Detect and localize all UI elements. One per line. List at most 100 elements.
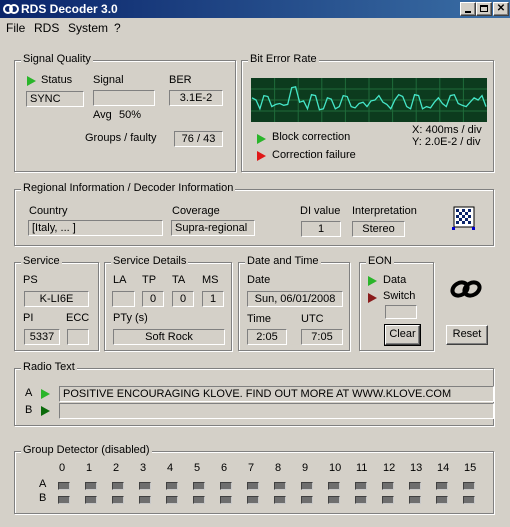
group-led-A11: [355, 482, 367, 490]
group-column-1: 1: [86, 462, 93, 474]
la-value: [112, 291, 135, 307]
radio-text-a-label: A: [25, 387, 33, 399]
minimize-icon: [465, 11, 471, 13]
group-led-A3: [139, 482, 151, 490]
ecc-label: ECC: [66, 312, 90, 324]
group-led-A15: [463, 482, 475, 490]
service-group: Service PS K-LI6E PI 5337 ECC: [14, 255, 99, 351]
group-column-2: 2: [113, 462, 120, 474]
group-column-10: 10: [329, 462, 342, 474]
rds-logo-icon: [3, 4, 19, 14]
group-column-14: 14: [437, 462, 450, 474]
eon-switch-label: Switch: [383, 290, 416, 302]
radio-text-title: Radio Text: [21, 361, 77, 373]
ecc-value: [67, 329, 89, 345]
group-led-B13: [409, 496, 421, 504]
group-led-A12: [382, 482, 394, 490]
eon-switch-icon: [368, 293, 377, 303]
decoder-grid-icon: [452, 206, 475, 230]
menu-file[interactable]: File: [6, 21, 25, 35]
group-row-B: B: [39, 492, 47, 504]
avg-label: Avg: [93, 109, 112, 121]
radio-text-b-label: B: [25, 404, 33, 416]
status-value: SYNC: [26, 91, 84, 107]
ta-label: TA: [172, 274, 186, 286]
eon-switch-value: [385, 305, 417, 319]
close-button[interactable]: ✕: [493, 2, 509, 16]
group-column-13: 13: [410, 462, 423, 474]
scale-y-label: Y: 2.0E-2 / div: [412, 136, 481, 148]
ber-value: 3.1E-2: [169, 90, 223, 106]
signal-quality-group: Signal Quality Status SYNC Signal Avg 50…: [14, 53, 236, 172]
link-logo-icon: [450, 280, 482, 298]
reset-button[interactable]: Reset: [446, 325, 488, 345]
title-bar[interactable]: RDS Decoder 3.0 ✕: [0, 0, 510, 18]
ber-scope: [251, 78, 487, 122]
group-column-11: 11: [356, 462, 368, 474]
window-title: RDS Decoder 3.0: [21, 2, 118, 16]
group-led-A8: [274, 482, 286, 490]
pi-label: PI: [23, 312, 34, 324]
eon-data-label: Data: [383, 274, 407, 286]
block-correction-icon: [257, 134, 266, 144]
radio-text-a-indicator-icon: [41, 389, 50, 399]
ps-label: PS: [23, 274, 38, 286]
correction-failure-label: Correction failure: [272, 149, 356, 161]
group-column-8: 8: [275, 462, 282, 474]
pty-label: PTy (s): [113, 312, 148, 324]
country-value: [Italy, ... ]: [28, 220, 163, 236]
eon-group: EON Data Switch Clear: [359, 255, 434, 351]
pi-value: 5337: [24, 329, 60, 345]
bit-error-rate-group: Bit Error Rate Block correction Correcti…: [241, 53, 494, 172]
group-column-15: 15: [464, 462, 477, 474]
coverage-value: Supra-regional: [171, 220, 255, 236]
service-title: Service: [21, 255, 62, 267]
group-detector-group: Group Detector (disabled) 0 1 2 3 4 5 6 7 8 9 10 11…: [14, 444, 494, 514]
group-column-6: 6: [221, 462, 228, 474]
maximize-button[interactable]: [476, 2, 492, 16]
group-led-B8: [274, 496, 286, 504]
country-label: Country: [29, 205, 68, 217]
date-label: Date: [247, 274, 271, 286]
time-label: Time: [247, 313, 272, 325]
menu-bar: File RDS System ?: [0, 18, 510, 38]
group-led-B2: [112, 496, 124, 504]
di-label: DI value: [300, 205, 341, 217]
clear-button[interactable]: Clear: [384, 324, 421, 346]
group-led-B0: [58, 496, 70, 504]
group-detector-title: Group Detector (disabled): [21, 444, 152, 456]
close-icon: ✕: [496, 3, 506, 14]
regional-info-group: Regional Information / Decoder Informati…: [14, 182, 494, 246]
menu-system[interactable]: System: [68, 21, 108, 35]
group-led-B3: [139, 496, 151, 504]
groups-label: Groups / faulty: [85, 132, 157, 144]
group-led-B11: [355, 496, 367, 504]
group-led-B12: [382, 496, 394, 504]
correction-failure-icon: [257, 151, 266, 161]
group-column-12: 12: [383, 462, 396, 474]
group-led-A13: [409, 482, 421, 490]
group-led-A0: [58, 482, 70, 490]
interpretation-value: Stereo: [352, 221, 405, 237]
minimize-button[interactable]: [460, 2, 476, 16]
utc-label: UTC: [301, 313, 324, 325]
date-time-title: Date and Time: [245, 255, 321, 267]
pty-value: Soft Rock: [113, 329, 225, 345]
group-led-A7: [247, 482, 259, 490]
eon-title: EON: [366, 255, 394, 267]
group-led-B1: [85, 496, 97, 504]
group-column-4: 4: [167, 462, 174, 474]
signal-meter: [93, 90, 155, 106]
date-time-group: Date and Time Date Sun, 06/01/2008 Time …: [238, 255, 350, 351]
group-led-A5: [193, 482, 205, 490]
ms-value: 1: [202, 291, 224, 307]
radio-text-a-value: POSITIVE ENCOURAGING KLOVE. FIND OUT MOR…: [59, 386, 494, 402]
bit-error-rate-title: Bit Error Rate: [248, 53, 319, 65]
signal-quality-title: Signal Quality: [21, 53, 93, 65]
group-column-9: 9: [302, 462, 309, 474]
group-led-B4: [166, 496, 178, 504]
menu-rds[interactable]: RDS: [34, 21, 59, 35]
interpretation-label: Interpretation: [352, 205, 417, 217]
menu-help[interactable]: ?: [114, 21, 121, 35]
status-indicator-icon: [27, 76, 36, 86]
